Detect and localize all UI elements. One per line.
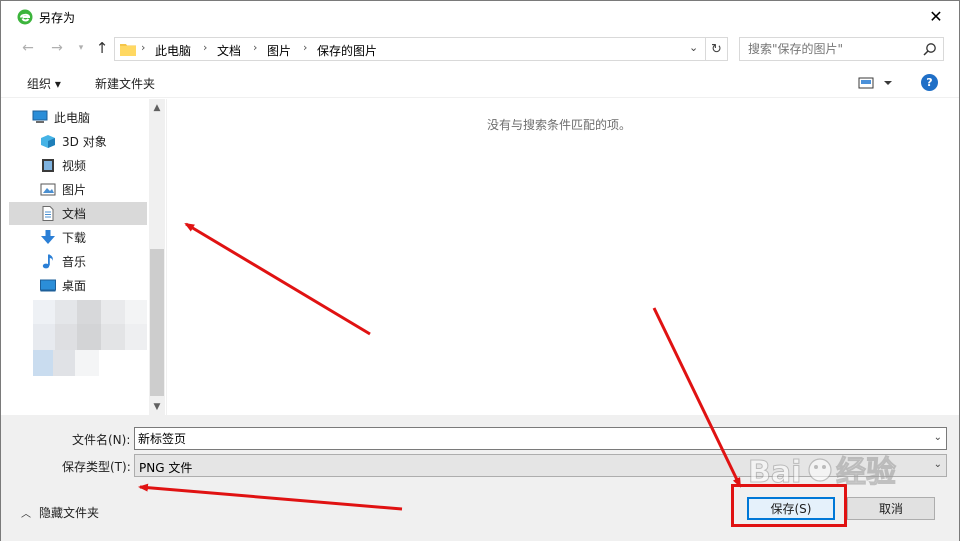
sidebar-item-documents[interactable]: 文档 — [9, 202, 147, 225]
breadcrumb-pictures[interactable]: 图片 — [267, 42, 291, 59]
breadcrumb-this-pc[interactable]: 此电脑 — [155, 42, 191, 59]
download-icon — [41, 230, 55, 244]
navigation-pane-scrollbar[interactable]: ▲ ▼ — [149, 99, 165, 415]
empty-results-message: 没有与搜索条件匹配的项。 — [486, 118, 631, 132]
arrow-left-icon: ← — [22, 40, 34, 56]
sidebar-item-label: 3D 对象 — [62, 135, 107, 149]
sidebar-item-music[interactable]: 音乐 — [9, 250, 147, 273]
sidebar-item-videos[interactable]: 视频 — [9, 154, 147, 177]
close-button[interactable]: ✕ — [913, 1, 959, 32]
search-box[interactable] — [739, 37, 944, 61]
sidebar-item-label: 图片 — [62, 183, 87, 197]
svg-text:经验: 经验 — [836, 455, 896, 490]
up-button[interactable]: ↑ — [92, 38, 112, 58]
help-icon: ? — [926, 76, 933, 89]
folder-icon — [120, 44, 136, 56]
obscured-network-items — [33, 300, 147, 376]
sidebar-item-desktop[interactable]: 桌面 — [9, 274, 147, 297]
3d-objects-icon — [41, 135, 55, 148]
refresh-button[interactable]: ↻ — [706, 37, 728, 61]
close-icon: ✕ — [929, 7, 943, 26]
breadcrumb-separator-icon: › — [303, 41, 308, 54]
arrow-up-icon: ↑ — [95, 39, 109, 57]
breadcrumb-separator-icon: › — [141, 41, 146, 54]
file-list-view[interactable]: 没有与搜索条件匹配的项。 — [166, 99, 951, 415]
forward-button[interactable]: → — [47, 38, 67, 58]
address-bar[interactable]: › 此电脑 › 文档 › 图片 › 保存的图片 ⌄ — [114, 37, 706, 61]
filename-input[interactable] — [138, 431, 918, 445]
watermark-logo: Bai 经验 — [748, 455, 897, 491]
title-bar: 另存为 ✕ — [1, 1, 959, 32]
filename-dropdown-icon[interactable]: ⌄ — [934, 432, 942, 443]
search-icon — [923, 43, 936, 56]
music-icon — [42, 254, 53, 269]
sidebar-item-label: 此电脑 — [54, 111, 91, 125]
sidebar-item-label: 下载 — [62, 231, 87, 245]
sidebar-item-this-pc[interactable]: 此电脑 — [9, 106, 147, 129]
breadcrumb-separator-icon: › — [253, 41, 258, 54]
filetype-value: PNG 文件 — [139, 461, 193, 475]
refresh-icon: ↻ — [711, 41, 722, 57]
hide-folders-label: 隐藏文件夹 — [39, 506, 100, 520]
desktop-icon — [40, 279, 56, 292]
filetype-label: 保存类型(T): — [62, 460, 131, 474]
filename-label: 文件名(N): — [72, 433, 131, 447]
sidebar-item-label: 桌面 — [62, 279, 87, 293]
command-toolbar: 组织 ▾ 新建文件夹 ? — [1, 68, 959, 98]
scroll-thumb[interactable] — [150, 249, 164, 396]
cancel-button[interactable]: 取消 — [847, 497, 935, 520]
sidebar-item-label: 音乐 — [62, 255, 87, 269]
navigation-bar: ← → ▾ ↑ › 此电脑 › 文档 › 图片 › 保存的图片 ⌄ ↻ — [1, 34, 959, 64]
breadcrumb-separator-icon: › — [203, 41, 208, 54]
recent-locations-button[interactable]: ▾ — [71, 38, 91, 58]
sidebar-item-downloads[interactable]: 下载 — [9, 226, 147, 249]
address-dropdown-icon[interactable]: ⌄ — [689, 41, 698, 54]
cancel-button-label: 取消 — [878, 502, 903, 516]
sidebar-item-label: 文档 — [62, 207, 87, 221]
hide-folders-toggle[interactable]: ︿ 隐藏文件夹 — [21, 504, 99, 521]
new-folder-button[interactable]: 新建文件夹 — [95, 75, 155, 92]
arrow-right-icon: → — [51, 40, 63, 56]
breadcrumb-documents[interactable]: 文档 — [217, 42, 241, 59]
navigation-pane: 此电脑 3D 对象 视频 图片 文档 下载 音乐 桌面 ▲ ▼ — [9, 99, 165, 415]
computer-icon — [32, 110, 48, 123]
search-input[interactable] — [748, 42, 918, 56]
svg-text:Bai: Bai — [748, 455, 801, 490]
view-options-icon[interactable] — [858, 75, 894, 91]
sidebar-item-label: 视频 — [62, 159, 87, 173]
organize-menu-button[interactable]: 组织 ▾ — [27, 75, 61, 92]
video-icon — [42, 159, 54, 172]
breadcrumb-saved-pictures[interactable]: 保存的图片 — [317, 42, 377, 59]
sidebar-item-3d-objects[interactable]: 3D 对象 — [9, 130, 147, 153]
browser-app-icon — [17, 9, 33, 25]
scroll-up-arrow-icon[interactable]: ▲ — [149, 99, 165, 116]
documents-icon — [42, 206, 54, 221]
chevron-up-icon: ︿ — [21, 509, 31, 520]
pictures-icon — [40, 183, 56, 196]
chevron-down-icon: ▾ — [78, 43, 84, 53]
help-button[interactable]: ? — [921, 74, 938, 91]
back-button[interactable]: ← — [18, 38, 38, 58]
window-title: 另存为 — [39, 11, 76, 25]
sidebar-item-pictures[interactable]: 图片 — [9, 178, 147, 201]
filename-field[interactable]: ⌄ — [134, 427, 947, 450]
filetype-dropdown-icon[interactable]: ⌄ — [934, 459, 942, 470]
scroll-down-arrow-icon[interactable]: ▼ — [149, 398, 165, 415]
